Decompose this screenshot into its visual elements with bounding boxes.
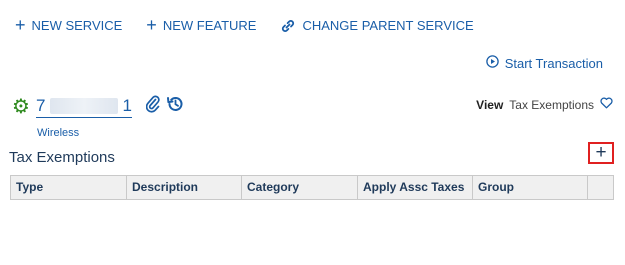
- account-number-redaction: [49, 98, 118, 114]
- column-header-category[interactable]: Category: [242, 176, 358, 199]
- change-parent-service-button[interactable]: CHANGE PARENT SERVICE: [280, 18, 474, 33]
- account-actions: [145, 95, 184, 118]
- column-header-type[interactable]: Type: [11, 176, 127, 199]
- column-header-apply-assc-taxes[interactable]: Apply Assc Taxes: [358, 176, 473, 199]
- column-header-group[interactable]: Group: [473, 176, 588, 199]
- start-transaction-label: Start Transaction: [504, 55, 603, 71]
- column-header-actions: [588, 176, 613, 199]
- view-value: Tax Exemptions: [509, 97, 594, 112]
- column-header-description[interactable]: Description: [127, 176, 242, 199]
- paperclip-icon[interactable]: [145, 95, 160, 118]
- heart-icon[interactable]: [600, 97, 613, 112]
- add-tax-exemption-button[interactable]: +: [588, 142, 614, 164]
- account-number-end: 1: [122, 96, 132, 115]
- view-label: View: [476, 97, 504, 112]
- new-feature-label: NEW FEATURE: [162, 18, 257, 33]
- account-number-start: 7: [35, 96, 46, 115]
- plus-icon: +: [15, 14, 26, 35]
- service-detail-page: + NEW SERVICE + NEW FEATURE CHANGE PAREN…: [0, 0, 625, 265]
- section-title: Tax Exemptions: [9, 149, 115, 166]
- gear-icon[interactable]: ⚙: [12, 97, 30, 117]
- play-circle-icon: [485, 55, 499, 71]
- view-selector[interactable]: View Tax Exemptions: [476, 97, 613, 112]
- start-transaction-button[interactable]: Start Transaction: [485, 55, 603, 71]
- account-number-link[interactable]: 7 1: [35, 95, 132, 118]
- tax-exemptions-table-header: Type Description Category Apply Assc Tax…: [10, 175, 614, 200]
- link-icon: [280, 19, 296, 33]
- history-icon[interactable]: [166, 95, 184, 118]
- account-row: ⚙ 7 1: [12, 95, 184, 118]
- account-type-label: Wireless: [37, 127, 80, 139]
- action-toolbar: + NEW SERVICE + NEW FEATURE CHANGE PAREN…: [15, 14, 474, 35]
- new-service-button[interactable]: + NEW SERVICE: [15, 14, 123, 35]
- new-feature-button[interactable]: + NEW FEATURE: [146, 14, 257, 35]
- plus-icon: +: [595, 142, 607, 163]
- change-parent-service-label: CHANGE PARENT SERVICE: [302, 18, 474, 33]
- new-service-label: NEW SERVICE: [31, 18, 123, 33]
- plus-icon: +: [146, 14, 157, 35]
